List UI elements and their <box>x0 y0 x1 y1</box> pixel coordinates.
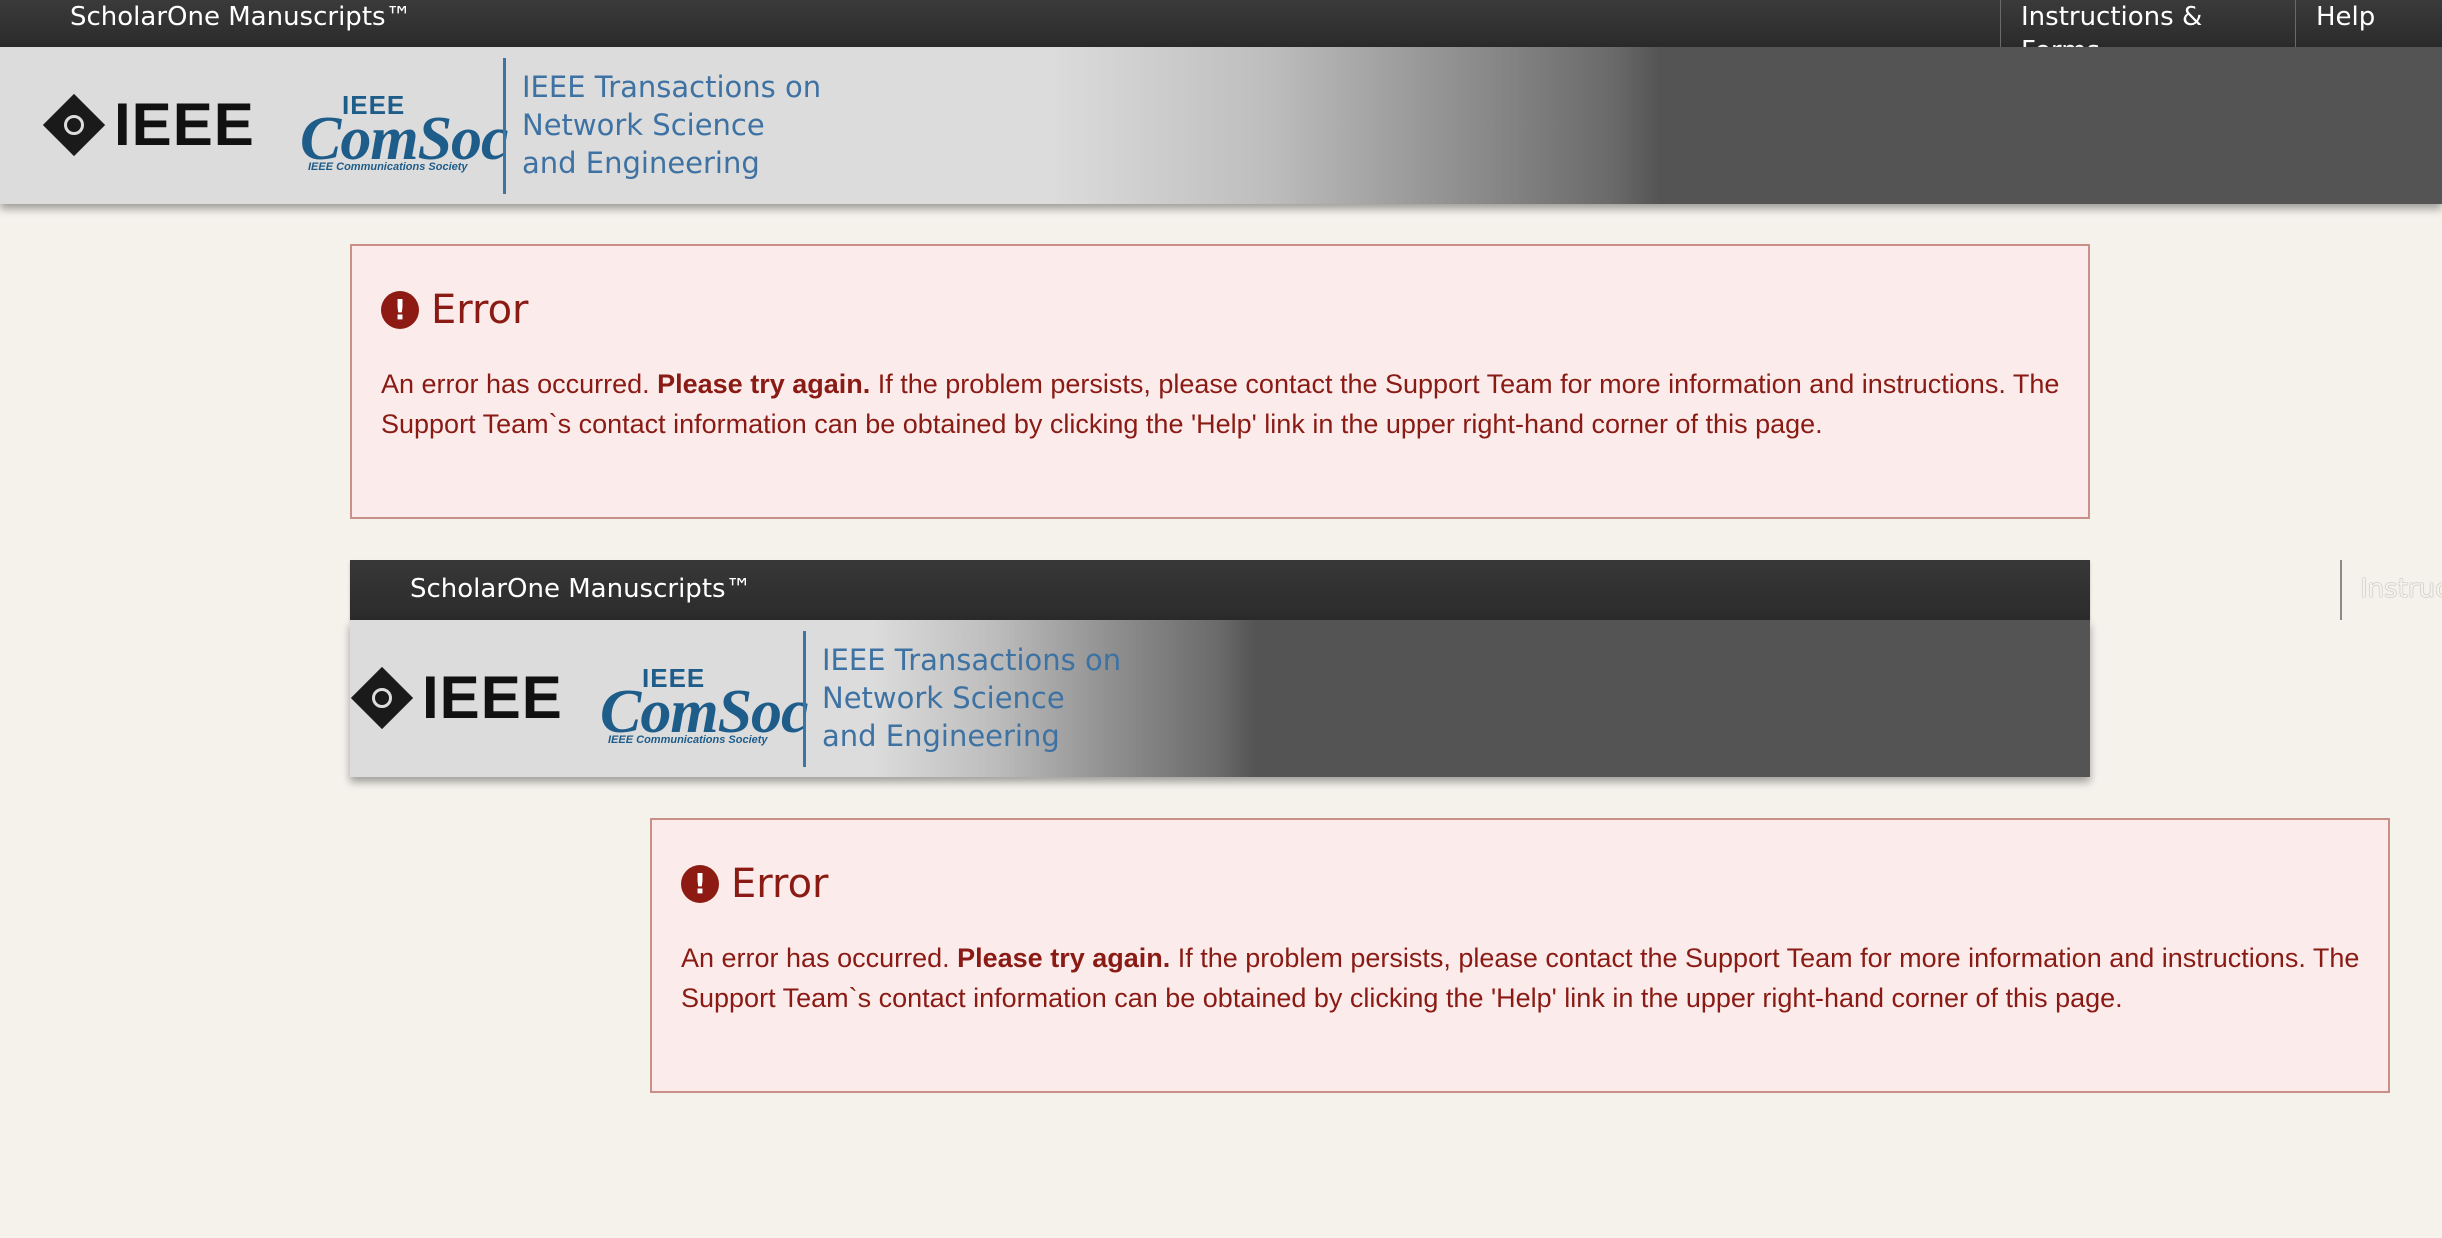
error-message-emphasis: Please try again. <box>957 943 1171 973</box>
help-link[interactable]: Help <box>2295 0 2385 47</box>
error-heading: ! Error <box>681 860 829 908</box>
journal-divider <box>803 631 806 767</box>
embedded-error-alert: ! Error An error has occurred. Please tr… <box>650 818 2390 1093</box>
brand-name: ScholarOne Manuscripts™ <box>70 2 412 32</box>
error-message: An error has occurred. Please try again.… <box>381 364 2061 444</box>
error-message-text: An error has occurred. <box>681 943 958 973</box>
journal-title-line-2: Network Science <box>522 108 765 142</box>
comsoc-society-text: IEEE Communications Society <box>608 734 768 746</box>
embedded-comsoc-logo: IEEE ComSoc IEEE Communications Society <box>600 665 809 755</box>
ieee-logo-text: IEEE <box>114 91 255 158</box>
error-title: Error <box>731 861 829 907</box>
instructions-forms-link[interactable]: Instructions & Forms <box>2000 0 2295 66</box>
embedded-instructions-label: Instructions & Forms <box>2360 574 2442 604</box>
journal-title-line-1: IEEE Transactions on <box>522 70 822 104</box>
journal-divider <box>503 58 506 194</box>
error-heading: ! Error <box>381 286 529 334</box>
error-message-emphasis: Please try again. <box>657 369 871 399</box>
journal-title-line-3: and Engineering <box>522 146 760 180</box>
journal-title-line-3: and Engineering <box>822 719 1060 753</box>
error-title: Error <box>431 287 529 333</box>
embedded-brand-name: ScholarOne Manuscripts™ <box>410 574 752 604</box>
error-alert: ! Error An error has occurred. Please tr… <box>350 244 2090 519</box>
embedded-instructions-link[interactable]: Instructions & Forms <box>2340 560 2442 620</box>
error-message-text: An error has occurred. <box>381 369 658 399</box>
embedded-header-banner: IEEE IEEE ComSoc IEEE Communications Soc… <box>350 620 2090 777</box>
embedded-navbar: ScholarOne Manuscripts™ <box>350 560 2090 620</box>
top-navbar: ScholarOne Manuscripts™ Instructions & F… <box>0 0 2442 66</box>
error-message: An error has occurred. Please try again.… <box>681 938 2361 1018</box>
journal-title: IEEE Transactions on Network Science and… <box>522 68 821 182</box>
ieee-logo: IEEE <box>42 91 255 158</box>
comsoc-society-text: IEEE Communications Society <box>308 161 468 173</box>
ieee-logo-text: IEEE <box>422 664 563 731</box>
embedded-journal-title: IEEE Transactions on Network Science and… <box>822 641 1121 755</box>
ieee-diamond-icon <box>350 666 414 730</box>
journal-title-line-2: Network Science <box>822 681 1065 715</box>
header-banner: IEEE IEEE ComSoc IEEE Communications Soc… <box>0 47 2442 204</box>
journal-title-line-1: IEEE Transactions on <box>822 643 1122 677</box>
exclamation-circle-icon: ! <box>681 865 719 903</box>
comsoc-logo: IEEE ComSoc IEEE Communications Society <box>300 92 509 182</box>
exclamation-circle-icon: ! <box>381 291 419 329</box>
embedded-ieee-logo: IEEE <box>350 664 563 731</box>
ieee-diamond-icon <box>42 93 106 157</box>
